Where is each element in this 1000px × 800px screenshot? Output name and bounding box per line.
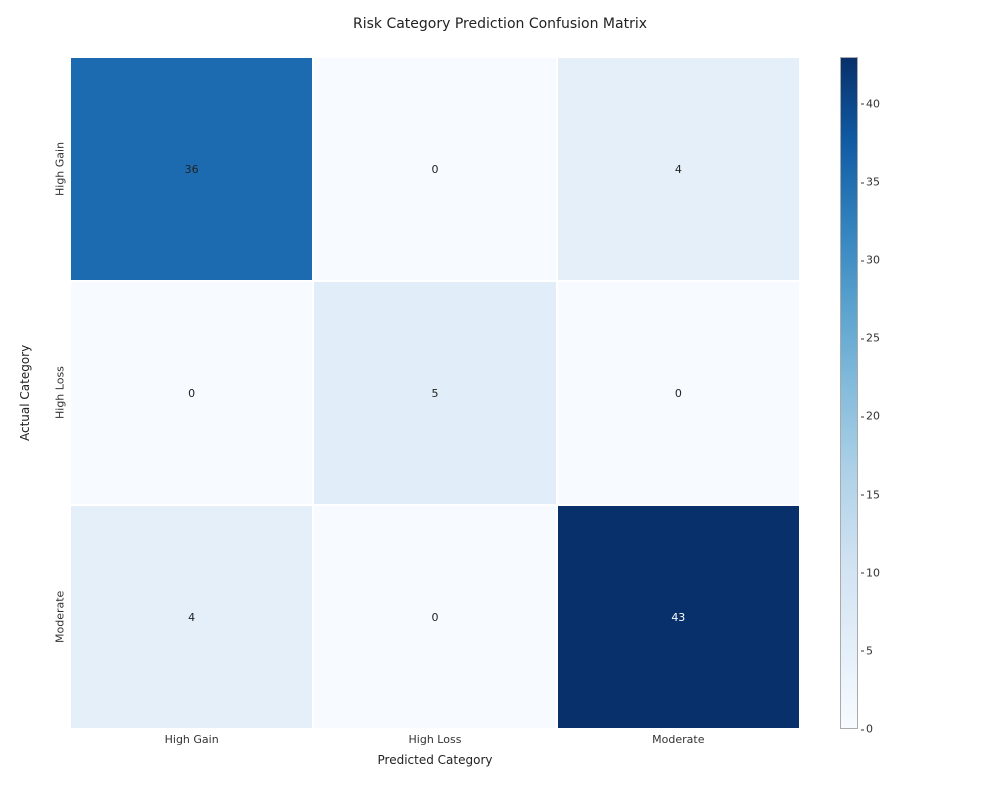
cell-2-2: 43 xyxy=(557,505,800,729)
x-tick-labels: High Gain High Loss Moderate xyxy=(70,733,800,746)
y-tick-1: High Loss xyxy=(50,281,70,505)
colorbar-tick: 35 xyxy=(866,176,880,189)
cell-0-0: 36 xyxy=(70,57,313,281)
heatmap-grid: 36 0 4 0 5 0 4 0 43 xyxy=(70,57,800,729)
colorbar-tick: 20 xyxy=(866,410,880,423)
colorbar-ticks: 0510152025303540 xyxy=(862,57,902,729)
cell-1-0: 0 xyxy=(70,281,313,505)
y-tick-labels: High Gain High Loss Moderate xyxy=(50,57,70,729)
chart-title: Risk Category Prediction Confusion Matri… xyxy=(0,16,1000,32)
y-axis-label: Actual Category xyxy=(18,57,32,729)
colorbar-tick: 0 xyxy=(866,723,873,736)
cell-1-2: 0 xyxy=(557,281,800,505)
cell-0-2: 4 xyxy=(557,57,800,281)
colorbar-tick: 25 xyxy=(866,332,880,345)
cell-2-1: 0 xyxy=(313,505,556,729)
colorbar-tick: 5 xyxy=(866,644,873,657)
x-tick-1: High Loss xyxy=(313,733,556,746)
colorbar-tick: 40 xyxy=(866,97,880,110)
colorbar-tick: 10 xyxy=(866,566,880,579)
y-tick-2: Moderate xyxy=(50,505,70,729)
x-tick-0: High Gain xyxy=(70,733,313,746)
cell-0-1: 0 xyxy=(313,57,556,281)
x-axis-label: Predicted Category xyxy=(70,753,800,767)
colorbar-tick: 30 xyxy=(866,254,880,267)
colorbar xyxy=(840,57,858,729)
cell-1-1: 5 xyxy=(313,281,556,505)
x-tick-2: Moderate xyxy=(557,733,800,746)
y-tick-0: High Gain xyxy=(50,57,70,281)
heatmap: 36 0 4 0 5 0 4 0 43 xyxy=(70,57,800,729)
cell-2-0: 4 xyxy=(70,505,313,729)
colorbar-tick: 15 xyxy=(866,488,880,501)
